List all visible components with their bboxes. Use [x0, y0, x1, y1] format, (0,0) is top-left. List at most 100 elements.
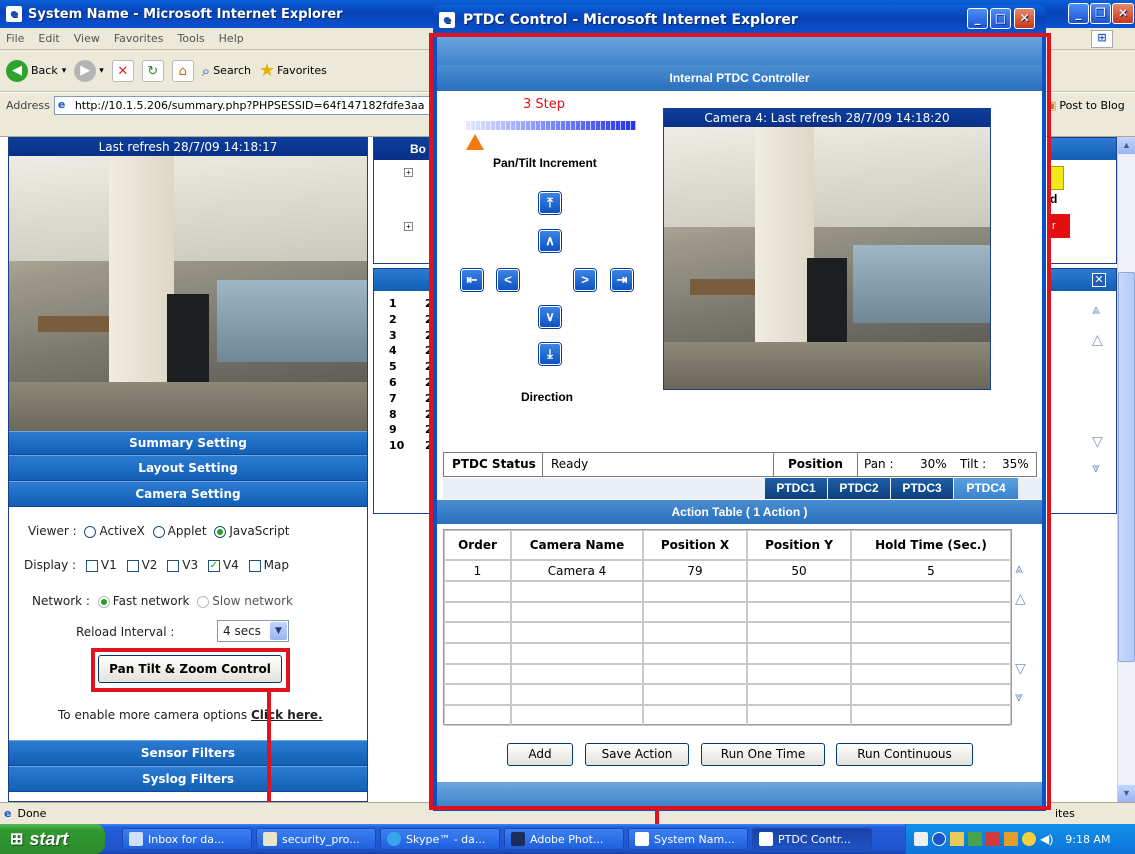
restore-icon[interactable]: ❐: [1090, 3, 1111, 24]
photoshop-icon: [511, 832, 525, 846]
display-v2-checkbox[interactable]: [126, 559, 139, 572]
address-value: http://10.1.5.206/summary.php?PHPSESSID=…: [74, 98, 425, 112]
display-v1-checkbox[interactable]: [85, 559, 98, 572]
viewer-applet-radio[interactable]: [152, 525, 165, 538]
text-fragment: d: [1050, 192, 1058, 206]
viewer-activex-label: ActiveX: [99, 524, 145, 538]
chevron-down-icon[interactable]: ▼: [270, 622, 287, 640]
display-v4-label: V4: [222, 558, 239, 572]
row-number: 10: [389, 439, 405, 453]
favorites-button[interactable]: ★ Favorites: [259, 60, 327, 81]
scroll-up-arrow-icon[interactable]: ▲: [1118, 137, 1135, 154]
maximize-icon[interactable]: □: [990, 8, 1011, 29]
search-button[interactable]: ⌕ Search: [202, 62, 251, 80]
expand-icon[interactable]: +: [404, 168, 413, 177]
flag-tray-icon[interactable]: [986, 832, 1000, 846]
ie-icon: e: [6, 6, 22, 22]
reload-interval-select[interactable]: 4 secs ▼: [217, 620, 289, 642]
row-number: 9: [389, 423, 397, 437]
syslog-filters-bar[interactable]: Syslog Filters: [9, 766, 367, 792]
stop-icon[interactable]: ✕: [111, 59, 134, 82]
volume-tray-icon[interactable]: ◀): [1040, 832, 1053, 846]
menu-tools[interactable]: Tools: [178, 32, 205, 45]
network-tray-icon[interactable]: [968, 832, 982, 846]
taskbar-item-system-name[interactable]: System Nam...: [628, 828, 748, 850]
network-slow-radio[interactable]: [197, 595, 210, 608]
taskbar-items: Inbox for da... security_pro... Skype™ -…: [122, 824, 876, 850]
refresh-icon[interactable]: ↻: [141, 59, 164, 82]
menu-file[interactable]: File: [6, 32, 24, 45]
status-yellow-badge: [1050, 166, 1064, 190]
summary-setting-bar[interactable]: Summary Setting: [9, 431, 367, 455]
taskbar-item-inbox[interactable]: Inbox for da...: [122, 828, 252, 850]
sensor-filters-bar[interactable]: Sensor Filters: [9, 740, 367, 766]
post-to-blog-link[interactable]: Post to Blog: [1059, 99, 1124, 112]
pan-tilt-zoom-button[interactable]: Pan Tilt & Zoom Control: [98, 655, 282, 683]
viewer-activex-radio[interactable]: [84, 525, 97, 538]
dropdown-icon[interactable]: ▾: [99, 66, 104, 76]
menu-edit[interactable]: Edit: [38, 32, 59, 45]
scroll-down-icon[interactable]: ▽: [1092, 433, 1103, 450]
forward-button[interactable]: ▶ ▾: [74, 59, 104, 82]
camera-image: [9, 156, 367, 431]
right-top-header: [1050, 138, 1116, 160]
viewer-row: Viewer : ActiveX Applet JavaScript: [28, 524, 368, 538]
row-number: 7: [389, 391, 397, 405]
ptdc-titlebar[interactable]: e PTDC Control - Microsoft Internet Expl…: [433, 5, 1046, 35]
scroll-up-icon[interactable]: △: [1092, 331, 1103, 348]
envelope-tray-icon[interactable]: [950, 832, 964, 846]
scroll-down-arrow-icon[interactable]: ▼: [1118, 785, 1135, 802]
start-label: start: [29, 828, 69, 849]
clock: 9:18 AM: [1065, 832, 1111, 846]
taskbar-item-skype[interactable]: Skype™ - da...: [380, 828, 500, 850]
status-text: Done: [17, 807, 47, 820]
home-icon[interactable]: ⌂: [171, 59, 194, 82]
display-v1-label: V1: [100, 558, 117, 572]
close-icon[interactable]: ✕: [1112, 3, 1134, 24]
camera-setting-bar[interactable]: Camera Setting: [9, 481, 367, 507]
scroll-thumb[interactable]: [1118, 272, 1135, 662]
layout-setting-bar[interactable]: Layout Setting: [9, 455, 367, 481]
viewer-javascript-radio[interactable]: [214, 525, 227, 538]
menu-help[interactable]: Help: [219, 32, 244, 45]
network-fast-radio[interactable]: [97, 595, 110, 608]
minimize-icon[interactable]: _: [967, 8, 988, 29]
back-button[interactable]: ◀ Back ▾: [6, 59, 67, 82]
display-v3-checkbox[interactable]: [167, 559, 180, 572]
start-button[interactable]: ⊞ start: [0, 824, 105, 854]
task-label: security_pro...: [282, 832, 360, 846]
minimize-icon[interactable]: _: [1068, 3, 1089, 24]
search-icon: ⌕: [201, 61, 211, 80]
windows-flag-icon: ⊞: [10, 831, 24, 848]
row-number: 2: [389, 312, 397, 326]
taskbar-item-ptdc[interactable]: PTDC Contr...: [752, 828, 872, 850]
row-number: 5: [389, 360, 397, 374]
row-number: 8: [389, 407, 397, 421]
shield-tray-icon[interactable]: [1022, 832, 1036, 846]
display-v4-checkbox[interactable]: ✓: [207, 559, 220, 572]
task-label: Skype™ - da...: [406, 832, 486, 846]
right-log-header: [1050, 269, 1116, 291]
row-number: 6: [389, 375, 397, 389]
toolbar-right: [1040, 50, 1135, 92]
click-here-link[interactable]: Click here.: [251, 708, 323, 722]
address-input[interactable]: e http://10.1.5.206/summary.php?PHPSESSI…: [53, 95, 440, 115]
page-scrollbar[interactable]: ▲ ▼: [1117, 137, 1135, 802]
menu-view[interactable]: View: [74, 32, 100, 45]
close-icon[interactable]: ✕: [1014, 8, 1035, 29]
favorites-label: Favorites: [277, 64, 327, 77]
close-icon[interactable]: ✕: [1092, 273, 1106, 287]
back-tray-icon[interactable]: [932, 832, 946, 846]
email-icon: [129, 832, 143, 846]
scroll-bottom-icon[interactable]: ⩔: [1092, 459, 1100, 476]
help-tray-icon[interactable]: [914, 832, 928, 846]
scroll-top-icon[interactable]: ⩓: [1092, 301, 1100, 318]
menu-favorites[interactable]: Favorites: [114, 32, 164, 45]
expand-icon[interactable]: +: [404, 222, 413, 231]
dropdown-icon[interactable]: ▾: [62, 66, 67, 76]
taskbar-item-security[interactable]: security_pro...: [256, 828, 376, 850]
taskbar-item-photoshop[interactable]: Adobe Phot...: [504, 828, 624, 850]
display-map-checkbox[interactable]: [248, 559, 261, 572]
app-tray-icon[interactable]: [1004, 832, 1018, 846]
ptdc-title: PTDC Control - Microsoft Internet Explor…: [463, 12, 798, 28]
